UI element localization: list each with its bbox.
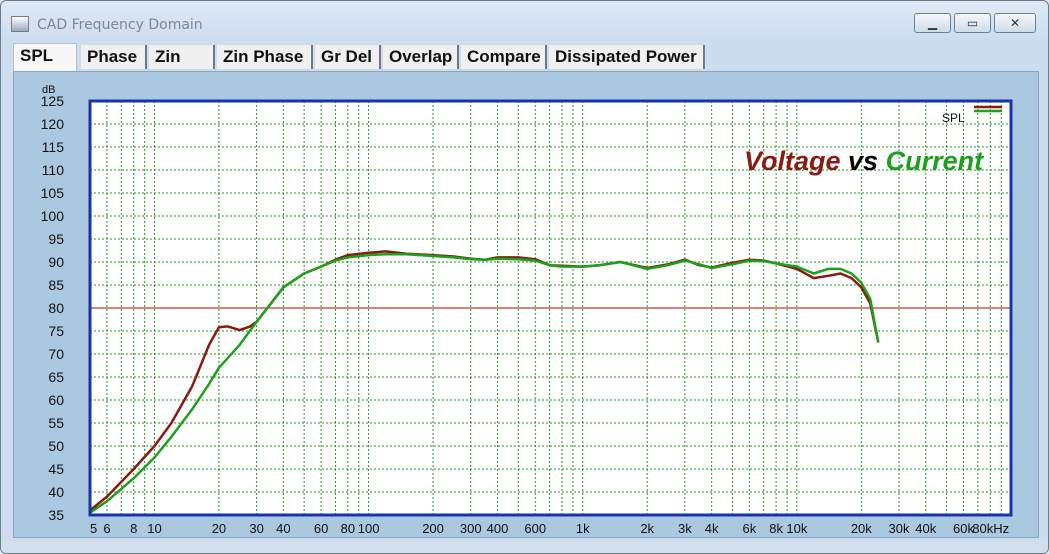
x-tick-label: 3k xyxy=(678,521,692,536)
tab-zin-phase[interactable]: Zin Phase xyxy=(217,45,313,69)
app-icon xyxy=(11,16,29,32)
x-tick-label: 80kHz xyxy=(972,521,1009,536)
x-tick-label: 30 xyxy=(249,521,263,536)
y-axis-unit: dB xyxy=(42,84,55,96)
spl-chart: 3540455055606570758085909510010511011512… xyxy=(41,84,1013,536)
y-tick-label: 100 xyxy=(41,208,65,224)
x-tick-label: 100 xyxy=(358,521,380,536)
legend-label: SPL xyxy=(942,111,965,125)
y-tick-label: 95 xyxy=(48,231,64,247)
x-tick-label: 600 xyxy=(524,521,546,536)
y-tick-label: 85 xyxy=(48,277,64,293)
x-tick-label: 8k xyxy=(769,521,783,536)
y-tick-label: 55 xyxy=(48,415,64,431)
x-tick-label: 1k xyxy=(576,521,590,536)
y-tick-label: 45 xyxy=(48,461,64,477)
x-tick-layer: 5 6 8 10 20 30 40 60 80 100 200 300 400 600 1k 2k 3k 4k 6k… xyxy=(90,521,1009,536)
y-tick-label: 105 xyxy=(41,185,65,201)
y-tick-label: 60 xyxy=(48,392,64,408)
tab-phase[interactable]: Phase xyxy=(81,45,147,69)
tab-gr-del[interactable]: Gr Del xyxy=(315,45,381,69)
y-tick-label: 50 xyxy=(48,438,64,454)
y-tick-label: 65 xyxy=(48,369,64,385)
x-tick-label: 40k xyxy=(915,521,936,536)
x-tick-label: 4k xyxy=(705,521,719,536)
x-tick-label: 10 xyxy=(147,521,161,536)
chart-panel: 35 40 45 50 55 60 65 70 75 80 85 90 95 100 105 110 115 12… xyxy=(13,71,1039,538)
x-tick-label: 6 xyxy=(103,521,110,536)
status-bar xyxy=(1,541,1048,553)
y-tick-label: 35 xyxy=(48,507,64,523)
x-tick-label: 10k xyxy=(786,521,807,536)
x-tick-label: 20 xyxy=(212,521,226,536)
x-tick-label: 5 xyxy=(90,521,97,536)
x-tick-label: 30k xyxy=(889,521,910,536)
x-tick-label: 2k xyxy=(640,521,654,536)
annotation-current: Current xyxy=(886,146,985,176)
tab-spl[interactable]: SPL xyxy=(13,43,77,71)
y-tick-label: 40 xyxy=(48,484,64,500)
y-tick-layer: 35 40 45 50 55 60 65 70 75 80 85 90 95 100 105 110 115 12… xyxy=(41,93,65,523)
minimize-button[interactable]: ▁ xyxy=(914,13,951,33)
close-button[interactable]: ✕ xyxy=(994,13,1036,33)
x-tick-label: 6k xyxy=(742,521,756,536)
window-title: CAD Frequency Domain xyxy=(37,17,203,33)
annotation-vs: vs xyxy=(841,146,886,176)
annotation-voltage: Voltage xyxy=(744,146,841,176)
title-bar[interactable]: CAD Frequency Domain ▁ ▭ ✕ xyxy=(1,1,1048,41)
comparison-annotation: Voltage vs Current xyxy=(744,146,984,176)
y-tick-label: 120 xyxy=(41,116,65,132)
app-window: CAD Frequency Domain ▁ ▭ ✕ SPL Phase Zin… xyxy=(0,0,1049,554)
y-tick-label: 70 xyxy=(48,346,64,362)
tab-zin[interactable]: Zin xyxy=(149,45,215,69)
y-tick-label: 80 xyxy=(48,300,64,316)
maximize-button[interactable]: ▭ xyxy=(954,13,991,33)
x-tick-label: 20k xyxy=(851,521,872,536)
x-tick-label: 300 xyxy=(460,521,482,536)
tab-overlap[interactable]: Overlap xyxy=(383,45,459,69)
y-tick-label: 75 xyxy=(48,323,64,339)
x-tick-label: 8 xyxy=(130,521,137,536)
x-tick-label: 40 xyxy=(276,521,290,536)
x-tick-label: 200 xyxy=(422,521,444,536)
y-tick-label: 110 xyxy=(42,162,65,178)
y-tick-label: 90 xyxy=(48,254,64,270)
x-tick-label: 80 xyxy=(341,521,355,536)
x-tick-label: 400 xyxy=(487,521,509,536)
x-tick-label: 60 xyxy=(314,521,328,536)
tab-dissipated-power[interactable]: Dissipated Power xyxy=(549,45,705,69)
tab-compare[interactable]: Compare xyxy=(461,45,547,69)
y-tick-label: 115 xyxy=(42,139,65,155)
